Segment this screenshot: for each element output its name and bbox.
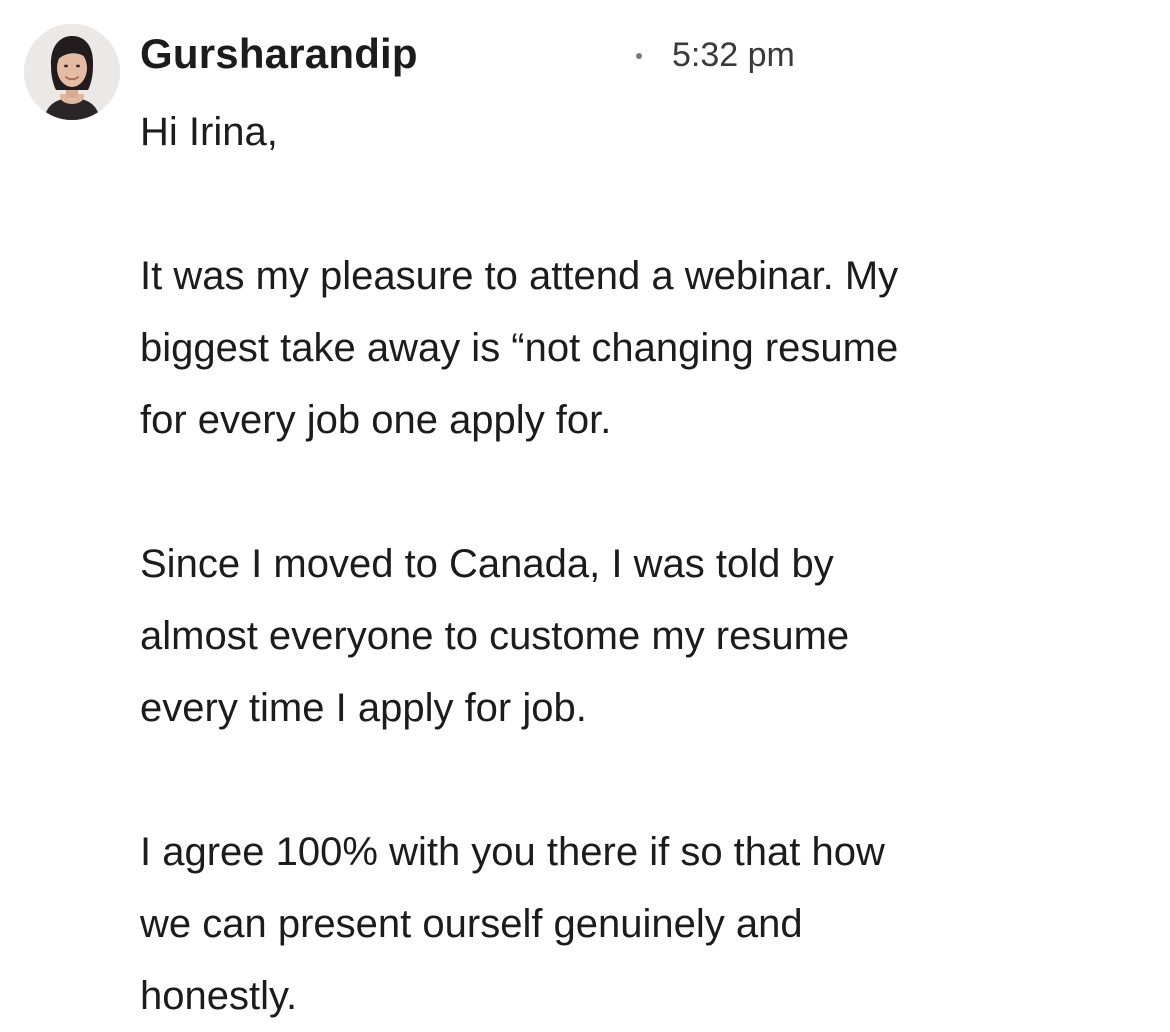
message-time: 5:32 pm	[672, 36, 795, 74]
paragraph-line: I agree 100% with you there if so that h…	[140, 830, 885, 874]
paragraph-line: biggest take away is “not changing resum…	[140, 326, 899, 370]
paragraph-line: we can present ourself genuinely and	[140, 902, 803, 946]
message-meta: 5:32 pm	[636, 30, 795, 80]
sender-avatar[interactable]	[24, 24, 120, 120]
paragraph-line: every time I apply for job.	[140, 686, 587, 730]
message-greeting: Hi Irina,	[140, 96, 1140, 168]
paragraph-line: honestly.	[140, 974, 298, 1018]
paragraph-line: It was my pleasure to attend a webinar. …	[140, 254, 899, 298]
message-body: Hi Irina, It was my pleasure to attend a…	[140, 96, 1140, 1032]
sender-name[interactable]: Gursharandip	[140, 26, 418, 82]
message-item: Gursharandip 5:32 pm Hi Irina, It was my…	[0, 0, 1170, 1020]
paragraph-line: almost everyone to custome my resume	[140, 614, 850, 658]
paragraph-line: Since I moved to Canada, I was told by	[140, 542, 834, 586]
paragraph-line: for every job one apply for.	[140, 398, 612, 442]
message-paragraph: I agree 100% with you there if so that h…	[140, 816, 1140, 1032]
person-photo-avatar-icon	[24, 24, 120, 120]
greeting-text: Hi Irina,	[140, 110, 278, 154]
separator-dot-icon	[636, 53, 642, 59]
message-paragraph: Since I moved to Canada, I was told by a…	[140, 528, 1140, 744]
message-paragraph: It was my pleasure to attend a webinar. …	[140, 240, 1140, 456]
